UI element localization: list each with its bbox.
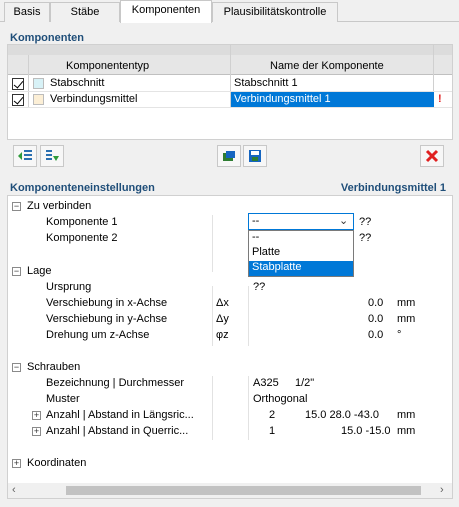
prop-unit: mm	[397, 313, 416, 325]
chevron-down-icon[interactable]: ⌄	[339, 214, 348, 227]
tab-bar: Basis Stäbe Komponenten Plausibilitätsko…	[0, 0, 459, 23]
expand-icon[interactable]: +	[12, 459, 21, 468]
group-lage[interactable]: − Lage	[8, 264, 452, 280]
group-schrauben[interactable]: − Schrauben	[8, 360, 452, 376]
prop-label: Verschiebung in y-Achse	[46, 313, 168, 325]
prop-symbol: Δy	[216, 313, 229, 325]
scroll-left-icon[interactable]: ‹	[12, 484, 16, 496]
horizontal-scrollbar[interactable]: ‹ ›	[8, 483, 452, 498]
prop-value[interactable]: 0.0	[368, 297, 383, 309]
prop-value[interactable]: 1/2"	[295, 377, 314, 389]
prop-label: Drehung um z-Achse	[46, 329, 150, 341]
prop-value[interactable]: 0.0	[368, 329, 383, 341]
delete-icon[interactable]	[420, 145, 444, 167]
color-swatch	[33, 94, 44, 105]
prop-symbol: Δx	[216, 297, 229, 309]
prop-komponente-2[interactable]: Komponente 2 ??	[8, 231, 452, 247]
group-label: Schrauben	[27, 361, 81, 373]
prop-count[interactable]: 1	[269, 425, 275, 437]
prop-value[interactable]: 0.0	[368, 313, 383, 325]
prop-symbol: φz	[216, 329, 229, 341]
expand-icon[interactable]: +	[32, 411, 41, 420]
settings-panel: − Zu verbinden Komponente 1 ?? Komponent…	[7, 195, 453, 499]
prop-label: Komponente 2	[46, 232, 118, 244]
color-swatch	[33, 78, 44, 89]
prop-unit: °	[397, 329, 402, 341]
tab-label: Basis	[13, 6, 41, 18]
prop-value[interactable]: 15.0 28.0 -43.0	[305, 409, 379, 421]
collapse-icon[interactable]: −	[12, 267, 21, 276]
prop-value[interactable]: 15.0 -15.0	[341, 425, 391, 437]
settings-title: Komponenteneinstellungen	[10, 182, 155, 194]
tab-label: Stäbe	[70, 6, 100, 18]
prop-label: Anzahl | Abstand in Querric...	[46, 425, 189, 437]
group-label: Zu verbinden	[27, 200, 92, 212]
komponente-1-select[interactable]: -- ⌄	[248, 213, 354, 230]
component-type: Stabschnitt	[50, 77, 105, 89]
prop-verschiebung-y[interactable]: Verschiebung in y-Achse Δy 0.0 mm	[8, 312, 452, 328]
prop-label: Anzahl | Abstand in Längsric...	[46, 409, 194, 421]
components-title: Komponenten	[10, 32, 84, 44]
group-koordinaten[interactable]: + Koordinaten	[8, 456, 452, 472]
prop-bezeichnung[interactable]: Bezeichnung | Durchmesser A325 1/2"	[8, 376, 452, 392]
prop-label: Muster	[46, 393, 80, 405]
prop-muster[interactable]: Muster Orthogonal	[8, 392, 452, 408]
components-table: Komponententyp Name der Komponente Stabs…	[7, 44, 453, 140]
tab-label: Komponenten	[131, 4, 201, 16]
tab-basis[interactable]: Basis	[4, 2, 50, 22]
scroll-thumb[interactable]	[66, 486, 421, 495]
scroll-right-icon[interactable]: ›	[440, 484, 444, 496]
prop-anzahl-laengs[interactable]: + Anzahl | Abstand in Längsric... 2 15.0…	[8, 408, 452, 424]
prop-label: Komponente 1	[46, 216, 118, 228]
warning-icon: !	[438, 93, 442, 105]
option-platte[interactable]: Platte	[249, 246, 353, 261]
tab-plausibilitaetskontrolle[interactable]: Plausibilitätskontrolle	[212, 2, 338, 22]
col-header-name: Name der Komponente	[270, 60, 384, 72]
prop-value[interactable]: Orthogonal	[253, 393, 307, 405]
prop-label: Verschiebung in x-Achse	[46, 297, 168, 309]
prop-unit: mm	[397, 425, 416, 437]
prop-unit: mm	[397, 297, 416, 309]
expand-icon[interactable]: +	[32, 427, 41, 436]
table-row[interactable]: Verbindungsmittel Verbindungsmittel 1 !	[8, 92, 452, 108]
save-library-icon[interactable]	[243, 145, 267, 167]
prop-komponente-1[interactable]: Komponente 1 ??	[8, 215, 452, 231]
settings-current-component: Verbindungsmittel 1	[340, 182, 446, 194]
group-zu-verbinden[interactable]: − Zu verbinden	[8, 199, 452, 215]
row-checkbox[interactable]	[12, 94, 24, 106]
move-up-icon[interactable]	[13, 145, 37, 167]
col-header-type: Komponententyp	[66, 60, 150, 72]
option-stabplatte[interactable]: Stabplatte	[249, 261, 353, 276]
select-value: --	[252, 215, 260, 227]
component-type: Verbindungsmittel	[50, 93, 138, 105]
prop-extra: ??	[359, 216, 372, 228]
component-name[interactable]: Stabschnitt 1	[234, 77, 298, 89]
option-none[interactable]: --	[249, 231, 353, 246]
tab-staebe[interactable]: Stäbe	[50, 2, 120, 22]
komponente-1-options[interactable]: -- Platte Stabplatte	[248, 230, 354, 277]
prop-extra: ??	[359, 232, 372, 244]
component-name-selected[interactable]: Verbindungsmittel 1	[231, 92, 434, 107]
prop-anzahl-quer[interactable]: + Anzahl | Abstand in Querric... 1 15.0 …	[8, 424, 452, 440]
prop-label: Bezeichnung | Durchmesser	[46, 377, 184, 389]
prop-value[interactable]: ??	[253, 281, 265, 293]
prop-value[interactable]: A325	[253, 377, 279, 389]
prop-ursprung[interactable]: Ursprung ??	[8, 280, 452, 296]
group-label: Lage	[27, 265, 52, 277]
row-checkbox[interactable]	[12, 78, 24, 90]
collapse-icon[interactable]: −	[12, 202, 21, 211]
open-library-icon[interactable]	[217, 145, 241, 167]
table-row[interactable]: Stabschnitt Stabschnitt 1	[8, 76, 452, 92]
prop-label: Ursprung	[46, 281, 92, 293]
tab-komponenten[interactable]: Komponenten	[120, 0, 212, 23]
group-label: Koordinaten	[27, 457, 87, 469]
collapse-icon[interactable]: −	[12, 363, 21, 372]
tab-label: Plausibilitätskontrolle	[223, 6, 327, 18]
prop-verschiebung-x[interactable]: Verschiebung in x-Achse Δx 0.0 mm	[8, 296, 452, 312]
move-down-icon[interactable]	[40, 145, 64, 167]
prop-count[interactable]: 2	[269, 409, 275, 421]
prop-drehung-z[interactable]: Drehung um z-Achse φz 0.0 °	[8, 328, 452, 344]
prop-unit: mm	[397, 409, 416, 421]
